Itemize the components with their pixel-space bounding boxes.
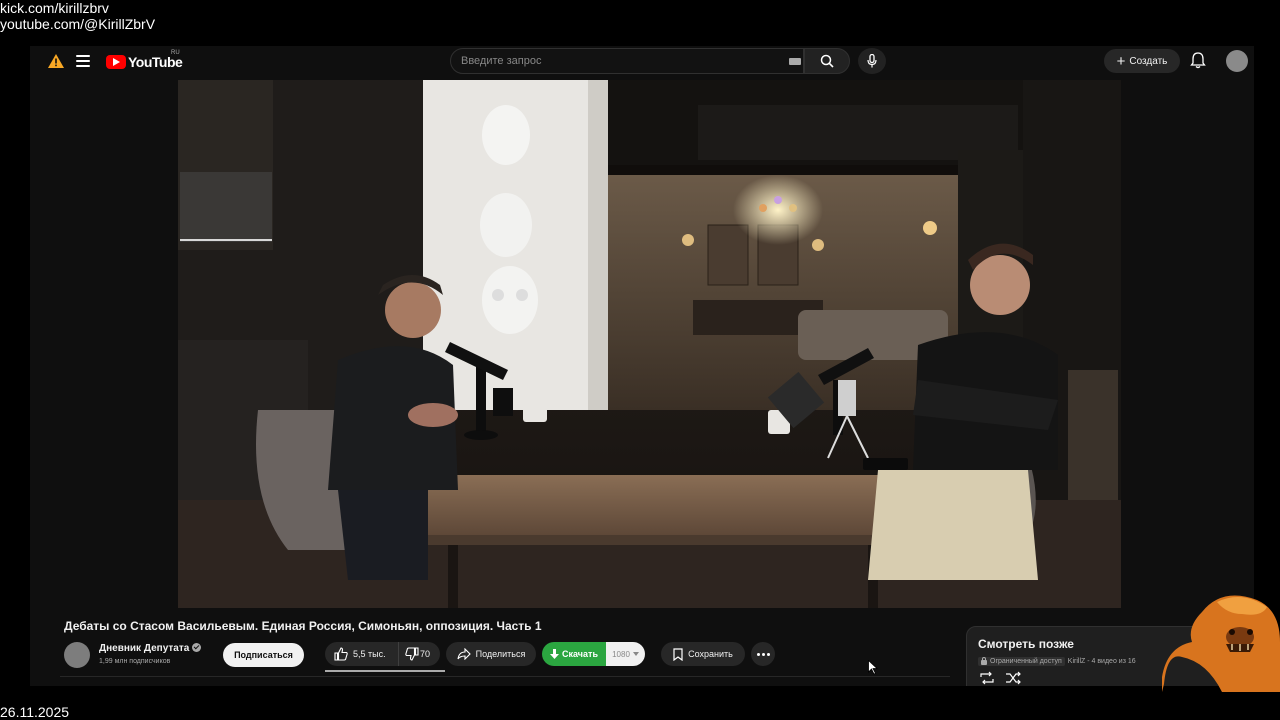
menu-icon[interactable] bbox=[76, 55, 90, 67]
overlay-youtube-link: youtube.com/@KirillZbrV bbox=[0, 16, 156, 32]
save-label: Сохранить bbox=[688, 649, 733, 659]
video-frame-image bbox=[178, 80, 1121, 608]
like-ratio-bar bbox=[325, 670, 445, 672]
access-badge: Ограниченный доступ bbox=[978, 657, 1065, 666]
region-label: RU bbox=[171, 50, 180, 56]
overlay-kick-link: kick.com/kirillzbrv bbox=[0, 0, 109, 16]
create-button[interactable]: + Создать bbox=[1104, 49, 1180, 73]
warning-icon[interactable] bbox=[48, 54, 64, 68]
keyboard-icon[interactable] bbox=[789, 58, 801, 65]
youtube-window: YouTube RU + Создать bbox=[30, 46, 1254, 686]
chevron-down-icon bbox=[632, 652, 639, 656]
download-icon bbox=[550, 648, 560, 659]
logo-text: YouTube bbox=[128, 54, 183, 70]
channel-name: Дневник Депутата bbox=[99, 643, 190, 654]
dislike-count: 70 bbox=[420, 649, 431, 659]
search-button[interactable] bbox=[804, 48, 850, 74]
access-label: Ограниченный доступ bbox=[990, 658, 1062, 665]
thumbs-down-icon bbox=[405, 647, 419, 661]
quality-value: 1080 bbox=[612, 649, 630, 659]
like-dislike-group: 5,5 тыс. 70 bbox=[325, 642, 440, 666]
subscribe-button[interactable]: Подписаться bbox=[223, 643, 304, 667]
subscriber-count: 1,99 млн подписчиков bbox=[99, 658, 171, 665]
search-input[interactable] bbox=[461, 49, 761, 73]
more-dot-icon bbox=[756, 652, 760, 656]
playlist-info: KirillZ - 4 видео из 16 bbox=[1067, 658, 1136, 665]
search-box bbox=[450, 48, 804, 74]
bell-icon[interactable] bbox=[1190, 51, 1206, 69]
lock-icon bbox=[981, 657, 987, 665]
download-group: Скачать 1080 bbox=[542, 642, 645, 666]
more-actions-button[interactable] bbox=[751, 642, 775, 666]
more-dot-icon bbox=[761, 652, 765, 656]
bookmark-icon bbox=[673, 647, 683, 661]
more-dot-icon bbox=[766, 652, 770, 656]
loop-icon[interactable] bbox=[979, 671, 995, 685]
quality-select[interactable]: 1080 bbox=[606, 642, 645, 666]
search-icon bbox=[820, 54, 834, 68]
mouse-cursor-icon bbox=[868, 660, 878, 675]
divider bbox=[60, 676, 950, 677]
overlay-date: 26.11.2025 bbox=[0, 704, 70, 720]
dislike-button[interactable]: 70 bbox=[399, 647, 430, 661]
orange-mascot-image bbox=[1162, 595, 1280, 692]
like-button[interactable]: 5,5 тыс. bbox=[325, 642, 399, 666]
playlist-meta: Ограниченный доступ KirillZ - 4 видео из… bbox=[978, 657, 1136, 666]
playlist-title[interactable]: Смотреть позже bbox=[978, 637, 1074, 651]
create-label: Создать bbox=[1129, 55, 1168, 67]
shuffle-icon[interactable] bbox=[1005, 671, 1021, 685]
mic-icon bbox=[867, 54, 877, 68]
like-count: 5,5 тыс. bbox=[353, 649, 386, 659]
save-button[interactable]: Сохранить bbox=[661, 642, 745, 666]
video-title: Дебаты со Стасом Васильевым. Единая Росс… bbox=[64, 619, 542, 633]
user-avatar[interactable] bbox=[1226, 50, 1248, 72]
share-label: Поделиться bbox=[475, 649, 526, 659]
download-button[interactable]: Скачать bbox=[542, 642, 606, 666]
share-button[interactable]: Поделиться bbox=[446, 642, 536, 666]
channel-name-link[interactable]: Дневник Депутата bbox=[99, 643, 202, 654]
voice-search-button[interactable] bbox=[858, 48, 886, 74]
thumbs-up-icon bbox=[334, 647, 348, 661]
youtube-play-icon bbox=[106, 55, 126, 69]
channel-avatar[interactable] bbox=[64, 642, 90, 668]
top-bar: YouTube RU + Создать bbox=[30, 46, 1254, 80]
plus-icon: + bbox=[1116, 52, 1126, 70]
verified-icon bbox=[192, 643, 202, 652]
download-label: Скачать bbox=[562, 649, 598, 659]
share-icon bbox=[457, 648, 471, 660]
video-player[interactable] bbox=[178, 80, 1121, 608]
